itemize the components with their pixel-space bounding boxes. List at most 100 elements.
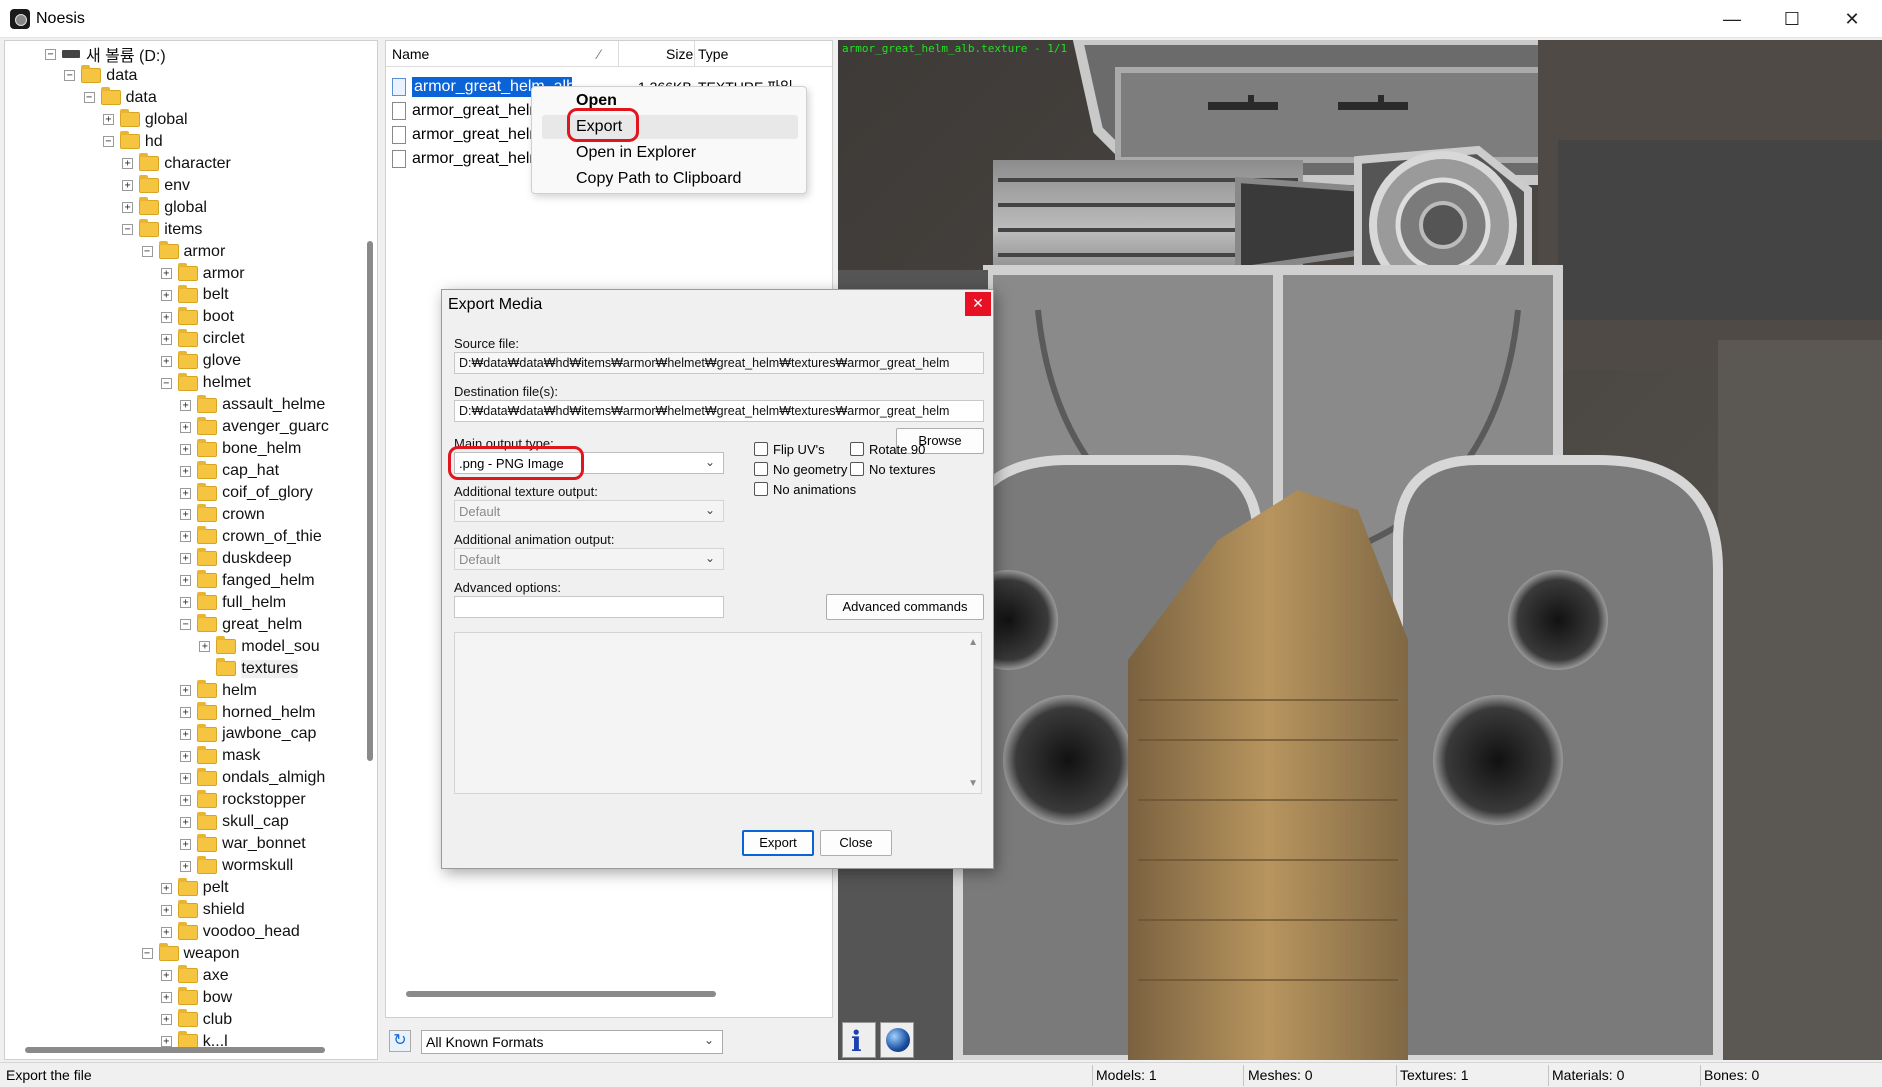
tree-item[interactable]: + crown_of_thie <box>180 526 322 548</box>
tree-item[interactable]: + pelt <box>160 877 229 899</box>
expand-icon[interactable]: + <box>180 728 192 740</box>
tree-item[interactable]: + skull_cap <box>180 811 289 833</box>
expand-icon[interactable]: + <box>180 597 192 609</box>
format-filter-select[interactable]: All Known Formats ⌄ <box>421 1030 723 1054</box>
tree-item[interactable]: + coif_of_glory <box>180 482 313 504</box>
tree-item[interactable]: + fanged_helm <box>180 570 315 592</box>
collapse-icon[interactable]: − <box>64 70 76 82</box>
tree-item[interactable]: + env <box>122 175 190 197</box>
expand-icon[interactable]: + <box>122 158 134 170</box>
expand-icon[interactable]: + <box>180 465 192 477</box>
tree-item[interactable]: + belt <box>160 284 229 306</box>
menu-item-open-in-explorer[interactable]: Open in Explorer <box>542 141 798 165</box>
tree-item[interactable]: + full_helm <box>180 592 286 614</box>
tree-item[interactable]: − armor <box>141 241 225 263</box>
collapse-icon[interactable]: − <box>102 136 114 148</box>
tree-item[interactable]: + club <box>160 1009 232 1031</box>
expand-icon[interactable]: + <box>180 685 192 697</box>
expand-icon[interactable]: + <box>180 531 192 543</box>
folder-tree[interactable]: − 새 볼륨 (D:) − data − data + global − hd + character… <box>4 40 378 1060</box>
tree-item[interactable]: + cap_hat <box>180 460 279 482</box>
tree-item[interactable]: + assault_helme <box>180 394 325 416</box>
tree-item[interactable]: − helmet <box>160 372 251 394</box>
expand-icon[interactable]: + <box>180 399 192 411</box>
collapse-icon[interactable]: − <box>83 92 95 104</box>
tree-item[interactable]: + bow <box>160 987 232 1009</box>
expand-icon[interactable]: + <box>180 509 192 521</box>
tree-item[interactable]: + voodoo_head <box>160 921 300 943</box>
source-file-field[interactable]: D:₩data₩data₩hd₩items₩armor₩helmet₩great… <box>454 352 984 374</box>
expand-icon[interactable]: + <box>160 1014 172 1026</box>
expand-icon[interactable]: + <box>180 707 192 718</box>
expand-icon[interactable]: + <box>180 553 192 565</box>
collapse-icon[interactable]: − <box>160 377 172 389</box>
tree-item[interactable]: + boot <box>160 306 234 328</box>
column-name[interactable]: Name <box>392 46 429 62</box>
tree-item[interactable]: + duskdeep <box>180 548 291 570</box>
flip-uvs-checkbox[interactable]: Flip UV's <box>754 440 825 458</box>
collapse-icon[interactable]: − <box>122 224 134 236</box>
tree-item[interactable]: + ondals_almigh <box>180 767 325 789</box>
tree-item[interactable]: + rockstopper <box>180 789 306 811</box>
tree-item[interactable]: + shield <box>160 899 245 921</box>
maximize-button[interactable]: ☐ <box>1762 0 1822 38</box>
expand-icon[interactable]: + <box>160 926 172 938</box>
expand-icon[interactable]: + <box>180 575 192 587</box>
tree-item[interactable]: + model_sou <box>199 636 320 658</box>
tree-item[interactable]: + wormskull <box>180 855 293 877</box>
expand-icon[interactable]: + <box>180 794 192 806</box>
expand-icon[interactable]: + <box>160 992 172 1004</box>
tree-item[interactable]: + circlet <box>160 328 245 350</box>
expand-icon[interactable]: + <box>180 487 192 499</box>
tree-item[interactable]: + avenger_guarc <box>180 416 329 438</box>
expand-icon[interactable]: + <box>180 860 192 872</box>
tree-item[interactable]: + jawbone_cap <box>180 723 316 745</box>
expand-icon[interactable]: + <box>122 180 134 192</box>
expand-icon[interactable]: + <box>199 641 211 653</box>
expand-icon[interactable]: + <box>180 421 192 433</box>
tree-item[interactable]: + glove <box>160 350 241 372</box>
column-separator[interactable] <box>694 41 695 67</box>
collapse-icon[interactable]: − <box>141 948 153 960</box>
additional-animation-select[interactable]: Default ⌄ <box>454 548 724 570</box>
expand-icon[interactable]: + <box>160 904 172 916</box>
collapse-icon[interactable]: − <box>45 48 56 60</box>
additional-texture-select[interactable]: Default ⌄ <box>454 500 724 522</box>
no-geometry-checkbox[interactable]: No geometry <box>754 460 847 478</box>
menu-item-copy-path[interactable]: Copy Path to Clipboard <box>542 167 798 191</box>
tree-item[interactable]: + armor <box>160 263 245 285</box>
minimize-button[interactable]: — <box>1702 0 1762 38</box>
tree-item[interactable]: + war_bonnet <box>180 833 306 855</box>
collapse-icon[interactable]: − <box>180 619 192 631</box>
rotate-90-checkbox[interactable]: Rotate 90 <box>850 440 925 458</box>
tree-item[interactable]: + character <box>122 153 231 175</box>
expand-icon[interactable]: + <box>180 772 192 784</box>
expand-icon[interactable]: + <box>102 114 114 126</box>
tree-item[interactable]: − great_helm <box>180 614 302 636</box>
destination-file-field[interactable]: D:₩data₩data₩hd₩items₩armor₩helmet₩great… <box>454 400 984 422</box>
tree-item[interactable]: + bone_helm <box>180 438 301 460</box>
scroll-down-icon[interactable]: ▼ <box>968 778 978 789</box>
tree-item[interactable]: + axe <box>160 965 229 987</box>
texture-viewer[interactable]: armor_great_helm_alb.texture - 1/1 <box>838 40 1882 1060</box>
tree-horizontal-scrollbar[interactable] <box>25 1047 325 1053</box>
tree-item[interactable]: − data <box>83 87 157 109</box>
tree-item[interactable]: − hd <box>102 131 163 153</box>
expand-icon[interactable]: + <box>160 1036 172 1048</box>
dialog-close-icon[interactable]: ✕ <box>965 292 991 316</box>
tree-item[interactable]: − data <box>64 65 137 87</box>
column-separator[interactable] <box>618 41 619 67</box>
expand-icon[interactable]: + <box>160 970 172 982</box>
collapse-icon[interactable]: − <box>141 246 153 258</box>
globe-icon[interactable] <box>880 1022 914 1058</box>
info-icon[interactable]: i <box>842 1022 876 1058</box>
column-size[interactable]: Size <box>666 46 693 62</box>
expand-icon[interactable]: + <box>160 882 172 894</box>
tree-item[interactable]: + global <box>122 197 207 219</box>
expand-icon[interactable]: + <box>160 311 172 323</box>
expand-icon[interactable]: + <box>180 838 192 850</box>
column-type[interactable]: Type <box>698 46 728 62</box>
expand-icon[interactable]: + <box>160 289 172 301</box>
expand-icon[interactable]: + <box>160 268 172 279</box>
close-window-button[interactable]: ✕ <box>1822 0 1882 38</box>
